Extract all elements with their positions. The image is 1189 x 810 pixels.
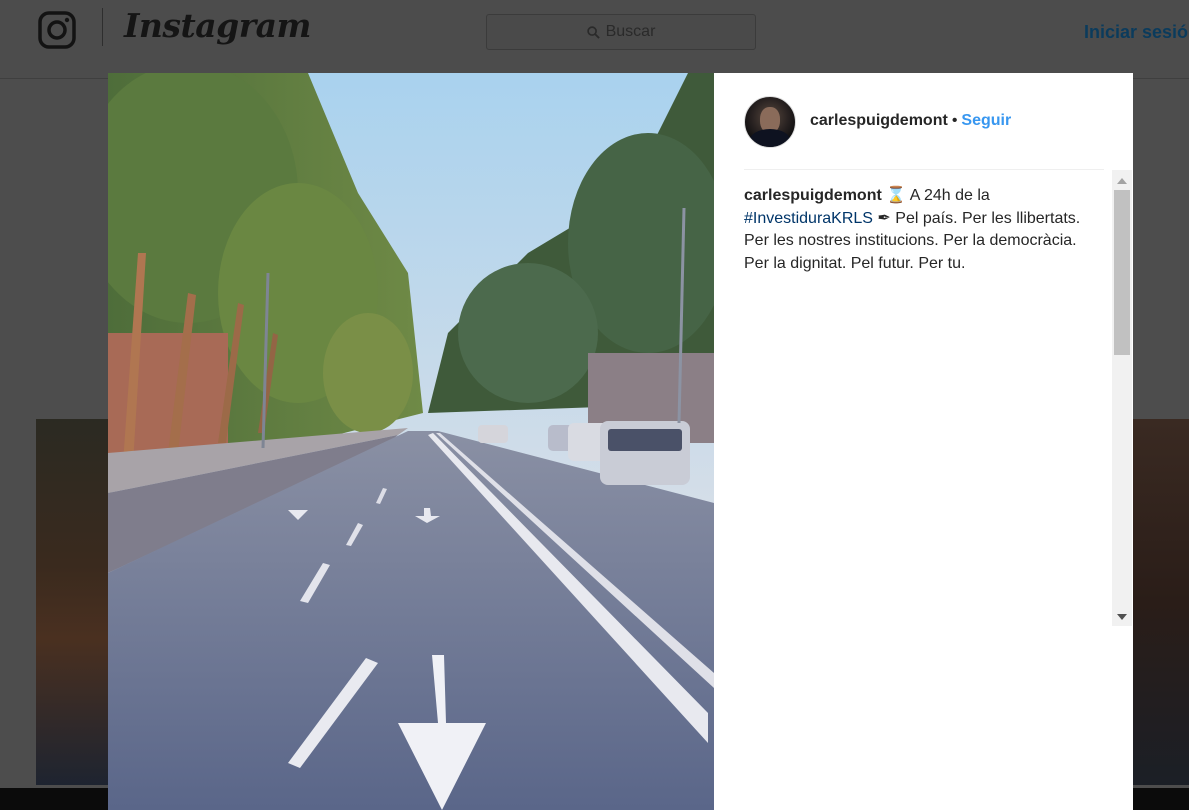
- post-modal: carlespuigdemont • Seguir carlespuigdemont…: [108, 73, 1133, 810]
- caption-username[interactable]: carlespuigdemont: [744, 187, 882, 204]
- top-navigation: Instagram Buscar Iniciar sesió: [0, 0, 1189, 79]
- arrow-down-icon[interactable]: [1117, 614, 1127, 620]
- post-caption: carlespuigdemont ⌛ A 24h de la #Investid…: [744, 185, 1088, 275]
- street-photo-image: [108, 73, 714, 810]
- post-header-text: carlespuigdemont • Seguir: [810, 112, 1011, 130]
- search-placeholder: Buscar: [605, 23, 656, 40]
- nav-divider: [102, 8, 103, 46]
- separator-dot: •: [951, 112, 958, 129]
- arrow-up-icon[interactable]: [1117, 178, 1127, 184]
- post-side-panel: carlespuigdemont • Seguir carlespuigdemont…: [714, 73, 1133, 810]
- header-divider: [744, 169, 1104, 170]
- instagram-camera-icon[interactable]: [38, 11, 76, 49]
- background-feed-photo[interactable]: [36, 419, 110, 785]
- caption-text-before: ⌛ A 24h de la: [881, 187, 990, 204]
- instagram-wordmark[interactable]: Instagram: [124, 6, 311, 45]
- search-icon: [586, 25, 600, 39]
- comments-scrollbar[interactable]: [1112, 170, 1132, 626]
- scroll-thumb[interactable]: [1114, 190, 1130, 355]
- post-username[interactable]: carlespuigdemont: [810, 112, 948, 129]
- follow-button[interactable]: Seguir: [961, 112, 1011, 129]
- post-photo[interactable]: [108, 73, 714, 810]
- login-link[interactable]: Iniciar sesió: [1084, 22, 1188, 43]
- hashtag-link[interactable]: #InvestiduraKRLS: [744, 210, 873, 227]
- post-header: carlespuigdemont • Seguir: [714, 73, 1133, 169]
- background-feed-photo[interactable]: [1133, 419, 1189, 785]
- avatar[interactable]: [744, 96, 796, 148]
- avatar-suit: [750, 129, 790, 147]
- search-input[interactable]: Buscar: [486, 14, 756, 50]
